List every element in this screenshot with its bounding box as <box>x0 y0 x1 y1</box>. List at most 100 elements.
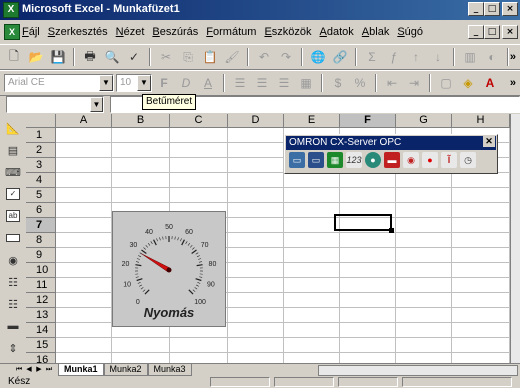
row-header-4[interactable]: 4 <box>26 173 56 188</box>
next-sheet-icon[interactable]: ▶ <box>34 365 44 375</box>
autosum-icon[interactable]: Σ <box>362 48 382 66</box>
toolbar-options-icon[interactable]: » <box>510 51 516 63</box>
spelling-icon[interactable]: ✓ <box>124 48 144 66</box>
vertical-scrollbar[interactable] <box>510 114 520 363</box>
workbook-icon[interactable]: X <box>4 24 20 40</box>
italic-button[interactable]: D <box>176 74 196 92</box>
drawing-icon[interactable]: ◐ <box>482 48 502 66</box>
toggle-button-icon[interactable]: ▬ <box>3 316 23 336</box>
spin-button-icon[interactable]: ⇕ <box>3 338 23 358</box>
chevron-down-icon[interactable]: ▼ <box>90 97 103 112</box>
decrease-indent-icon[interactable]: ⇤ <box>382 74 402 92</box>
row-header-1[interactable]: 1 <box>26 128 56 143</box>
row-header-10[interactable]: 10 <box>26 263 56 278</box>
prev-sheet-icon[interactable]: ◀ <box>24 365 34 375</box>
row-header-15[interactable]: 15 <box>26 338 56 353</box>
fill-color-icon[interactable]: ◈ <box>458 74 478 92</box>
checkbox-icon[interactable]: ✓ <box>3 184 23 204</box>
row-header-12[interactable]: 12 <box>26 293 56 308</box>
connect-icon[interactable]: ▭ <box>289 152 305 168</box>
font-color-icon[interactable]: A <box>480 74 500 92</box>
menu-help[interactable]: Súgó <box>397 26 423 38</box>
paste-icon[interactable]: 📋 <box>200 48 220 66</box>
row-header-14[interactable]: 14 <box>26 323 56 338</box>
borders-icon[interactable]: ▢ <box>436 74 456 92</box>
web-toolbar-icon[interactable]: 🔗 <box>330 48 350 66</box>
print-preview-icon[interactable]: 🔍 <box>102 48 122 66</box>
row-header-6[interactable]: 6 <box>26 203 56 218</box>
doc-minimize-button[interactable]: _ <box>468 25 484 39</box>
row-header-7[interactable]: 7 <box>26 218 56 233</box>
combobox-icon[interactable]: ☷ <box>3 294 23 314</box>
doc-close-button[interactable]: × <box>502 25 518 39</box>
row-header-13[interactable]: 13 <box>26 308 56 323</box>
bold-button[interactable]: F <box>154 74 174 92</box>
globe-icon[interactable]: ● <box>365 152 381 168</box>
align-right-icon[interactable]: ☰ <box>274 74 294 92</box>
currency-icon[interactable]: $ <box>328 74 348 92</box>
font-name-select[interactable]: Arial CE ▼ <box>4 74 114 92</box>
column-header-d[interactable]: D <box>228 114 284 128</box>
row-header-3[interactable]: 3 <box>26 158 56 173</box>
name-box[interactable]: ▼ <box>6 96 104 113</box>
column-header-a[interactable]: A <box>56 114 112 128</box>
listbox-icon[interactable]: ☷ <box>3 272 23 292</box>
column-header-f[interactable]: F <box>340 114 396 128</box>
clock-icon[interactable]: ◷ <box>460 152 476 168</box>
redo-icon[interactable]: ↷ <box>276 48 296 66</box>
grid-icon[interactable]: ▦ <box>327 152 343 168</box>
align-center-icon[interactable]: ☰ <box>252 74 272 92</box>
active-cell-f7[interactable] <box>334 214 394 233</box>
stop-icon[interactable]: ● <box>422 152 438 168</box>
cut-icon[interactable]: ✂ <box>156 48 176 66</box>
menu-view[interactable]: Nézet <box>116 26 145 38</box>
properties-icon[interactable]: ▤ <box>3 140 23 160</box>
row-header-2[interactable]: 2 <box>26 143 56 158</box>
menu-tools[interactable]: Eszközök <box>264 26 311 38</box>
new-icon[interactable]: 🗋 <box>4 48 24 66</box>
menu-edit[interactable]: Szerkesztés <box>48 26 108 38</box>
copy-icon[interactable]: ⎘ <box>178 48 198 66</box>
option-button-icon[interactable]: ◉ <box>3 250 23 270</box>
save-icon[interactable]: 💾 <box>48 48 68 66</box>
column-header-e[interactable]: E <box>284 114 340 128</box>
horizontal-scrollbar[interactable] <box>318 365 518 376</box>
thermometer-icon[interactable]: Ĩ <box>441 152 457 168</box>
menu-insert[interactable]: Beszúrás <box>152 26 198 38</box>
increase-indent-icon[interactable]: ⇥ <box>404 74 424 92</box>
pressure-gauge[interactable]: 0 10 20 30 40 50 60 70 80 90 100 Nyomás <box>112 211 226 327</box>
command-button-icon[interactable] <box>3 228 23 248</box>
row-header-8[interactable]: 8 <box>26 233 56 248</box>
disconnect-icon[interactable]: ▭ <box>308 152 324 168</box>
merge-center-icon[interactable]: ▦ <box>296 74 316 92</box>
chevron-down-icon[interactable]: ▼ <box>99 75 113 91</box>
excel-icon[interactable]: X <box>3 2 19 18</box>
menu-file[interactable]: Fájl <box>22 26 40 38</box>
menu-format[interactable]: Formátum <box>206 26 256 38</box>
row-header-5[interactable]: 5 <box>26 188 56 203</box>
column-header-b[interactable]: B <box>112 114 170 128</box>
chevron-down-icon[interactable]: ▼ <box>137 75 151 91</box>
last-sheet-icon[interactable]: ⏭ <box>44 365 54 375</box>
font-size-select[interactable]: 10 ▼ <box>116 74 152 92</box>
underline-button[interactable]: A <box>198 74 218 92</box>
row-header-11[interactable]: 11 <box>26 278 56 293</box>
minimize-button[interactable]: _ <box>468 2 484 16</box>
print-icon[interactable]: 🖶 <box>80 48 100 66</box>
undo-icon[interactable]: ↶ <box>254 48 274 66</box>
column-header-g[interactable]: G <box>396 114 452 128</box>
first-sheet-icon[interactable]: ⏮ <box>14 365 24 375</box>
percent-icon[interactable]: % <box>350 74 370 92</box>
column-header-h[interactable]: H <box>452 114 510 128</box>
column-header-c[interactable]: C <box>170 114 228 128</box>
function-icon[interactable]: ƒ <box>384 48 404 66</box>
close-button[interactable]: × <box>502 2 518 16</box>
select-all-corner[interactable] <box>26 114 56 128</box>
row-header-9[interactable]: 9 <box>26 248 56 263</box>
numeric-icon[interactable]: 123 <box>346 152 362 168</box>
tab-munka3[interactable]: Munka3 <box>147 364 192 376</box>
toolbar-options-icon[interactable]: » <box>510 77 516 89</box>
tab-munka2[interactable]: Munka2 <box>103 364 148 376</box>
tab-munka1[interactable]: Munka1 <box>58 364 104 376</box>
menu-data[interactable]: Adatok <box>320 26 354 38</box>
